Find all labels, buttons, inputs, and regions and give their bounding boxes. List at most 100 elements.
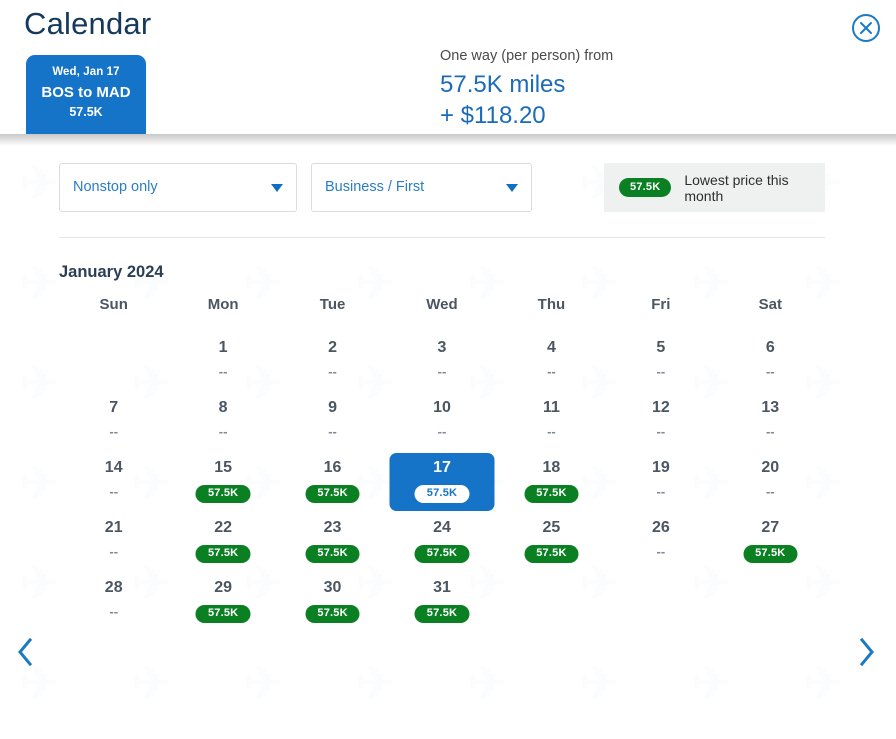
calendar-day-15[interactable]: 15 57.5K <box>168 452 277 512</box>
calendar-day-2[interactable]: 2 -- <box>278 332 387 392</box>
calendar-day-inner: 7 -- <box>61 393 166 451</box>
weekday-label-wed: Wed <box>426 296 458 313</box>
calendar-day-number: 17 <box>433 459 451 476</box>
calendar-day-number: 13 <box>761 399 780 416</box>
calendar-day-price: 57.5K <box>280 603 385 623</box>
calendar-day-inner: 24 57.5K <box>389 513 494 571</box>
calendar-day-price: 57.5K <box>171 483 276 503</box>
calendar-day-19[interactable]: 19 -- <box>606 452 715 512</box>
calendar-day-16[interactable]: 16 57.5K <box>278 452 387 512</box>
calendar-day-no-price: -- <box>656 424 666 439</box>
calendar-day-price: 57.5K <box>499 483 604 503</box>
flight-tab-bos-mad[interactable]: Wed, Jan 17 BOS to MAD 57.5K <box>26 55 146 134</box>
calendar-day-price-badge: 57.5K <box>305 605 360 623</box>
calendar-day-7[interactable]: 7 -- <box>59 392 168 452</box>
calendar-day-31[interactable]: 31 57.5K <box>387 572 496 632</box>
calendar-day-26[interactable]: 26 -- <box>606 512 715 572</box>
calendar-day-price-badge: 57.5K <box>305 485 360 503</box>
calendar-day-price: 57.5K <box>499 543 604 563</box>
calendar-day-price: 57.5K <box>389 483 494 503</box>
calendar-day-price-badge: 57.5K <box>195 485 251 503</box>
calendar-day-inner: 10 -- <box>389 393 494 451</box>
calendar-day-price-badge: 57.5K <box>524 545 579 563</box>
weekday-label-tue: Tue <box>319 296 346 313</box>
calendar-day-price-badge: 57.5K <box>743 545 798 563</box>
prev-month-button[interactable] <box>4 631 46 673</box>
calendar-day-number: 24 <box>433 519 451 536</box>
calendar-day-11[interactable]: 11 -- <box>497 392 606 452</box>
calendar-day-23[interactable]: 23 57.5K <box>278 512 387 572</box>
calendar-day-inner: 11 -- <box>499 393 604 451</box>
calendar-day-inner: 25 57.5K <box>499 513 604 571</box>
dialog-body: ✈ ✈ ✈ ✈ ✈ ✈ ✈ ✈ ✈ ✈ ✈ ✈ ✈ ✈ ✈ ✈ ✈ ✈ ✈ ✈ ✈ ✈ ✈ ✈ ✈ ✈ ✈ ✈ ✈ ✈ ✈ ✈ ✈ ✈ ✈ ✈ ✈ ✈ ✈ ✈… <box>0 146 896 739</box>
calendar-day-inner: 13 -- <box>718 393 823 451</box>
calendar-day-number: 30 <box>323 579 342 596</box>
calendar-day-21[interactable]: 21 -- <box>59 512 168 572</box>
filter-divider <box>59 237 825 238</box>
calendar-day-price: -- <box>608 423 713 441</box>
calendar-day-number: 14 <box>104 459 123 476</box>
calendar-day-17[interactable]: 17 57.5K <box>387 452 496 512</box>
calendar-day-25[interactable]: 25 57.5K <box>497 512 606 572</box>
calendar-day-price-badge: 57.5K <box>414 485 470 503</box>
calendar-day-price: -- <box>171 363 276 381</box>
calendar-day-10[interactable]: 10 -- <box>387 392 496 452</box>
calendar-day-inner: 29 57.5K <box>171 573 276 631</box>
legend-label: Lowest price this month <box>684 171 789 204</box>
calendar-day-no-price: -- <box>437 424 447 439</box>
calendar-day-number: 15 <box>214 459 233 476</box>
weekday-label-sun: Sun <box>99 296 128 313</box>
calendar-cell-empty <box>59 332 168 392</box>
calendar-day-3[interactable]: 3 -- <box>387 332 496 392</box>
month-title: January 2024 <box>59 263 164 281</box>
calendar-day-no-price: -- <box>218 424 228 439</box>
calendar-day-no-price: -- <box>765 364 775 379</box>
calendar-day-no-price: -- <box>765 424 775 439</box>
calendar-day-13[interactable]: 13 -- <box>716 392 825 452</box>
calendar-day-price: 57.5K <box>389 543 494 563</box>
header-divider-band <box>0 134 896 146</box>
calendar-day-4[interactable]: 4 -- <box>497 332 606 392</box>
page-title: Calendar <box>24 6 152 41</box>
calendar-day-5[interactable]: 5 -- <box>606 332 715 392</box>
calendar-day-inner: 12 -- <box>608 393 713 451</box>
stops-filter-select[interactable]: Nonstop only <box>59 163 297 212</box>
calendar-day-inner: 19 -- <box>608 453 713 511</box>
calendar-day-number: 6 <box>765 339 775 356</box>
calendar-day-22[interactable]: 22 57.5K <box>168 512 277 572</box>
calendar-day-24[interactable]: 24 57.5K <box>387 512 496 572</box>
calendar-day-28[interactable]: 28 -- <box>59 572 168 632</box>
next-month-button[interactable] <box>846 631 888 673</box>
chevron-down-icon <box>506 184 518 192</box>
calendar-day-1[interactable]: 1 -- <box>168 332 277 392</box>
calendar-day-price-badge: 57.5K <box>305 545 360 563</box>
calendar-day-inner: 4 -- <box>499 333 604 391</box>
calendar-day-6[interactable]: 6 -- <box>716 332 825 392</box>
calendar-dialog: Calendar Wed, Jan 17 BOS to MAD 57.5K On… <box>0 0 896 739</box>
weekday-header-row: Sun Mon Tue Wed Thu Fri Sat <box>59 296 825 332</box>
calendar-day-8[interactable]: 8 -- <box>168 392 277 452</box>
cabin-filter-select[interactable]: Business / First <box>311 163 532 212</box>
calendar-day-18[interactable]: 18 57.5K <box>497 452 606 512</box>
calendar-day-price-badge: 57.5K <box>414 605 470 623</box>
calendar-day-14[interactable]: 14 -- <box>59 452 168 512</box>
calendar-day-29[interactable]: 29 57.5K <box>168 572 277 632</box>
calendar-day-number: 5 <box>656 339 666 356</box>
price-summary-miles: 57.5K miles <box>440 71 566 98</box>
calendar-day-no-price: -- <box>656 364 666 379</box>
calendar-day-27[interactable]: 27 57.5K <box>716 512 825 572</box>
calendar-day-inner: 9 -- <box>280 393 385 451</box>
calendar-day-12[interactable]: 12 -- <box>606 392 715 452</box>
calendar-day-9[interactable]: 9 -- <box>278 392 387 452</box>
calendar-day-grid: 1 -- 2 -- 3 -- 4 -- 5 -- 6 -- 7 -- 8 -- 9 -- 10 -- 11 -- 12 -- 1… <box>59 332 825 632</box>
calendar-grid-wrapper: Sun Mon Tue Wed Thu Fri Sat 1 -- 2 -- 3 -- 4 -- 5 -- 6 --… <box>59 296 825 632</box>
calendar-day-price-badge: 57.5K <box>524 485 579 503</box>
calendar-day-30[interactable]: 30 57.5K <box>278 572 387 632</box>
calendar-day-price: -- <box>389 423 494 441</box>
calendar-day-no-price: -- <box>218 364 228 379</box>
calendar-day-20[interactable]: 20 -- <box>716 452 825 512</box>
calendar-day-number: 22 <box>214 519 233 536</box>
close-circle-icon[interactable] <box>850 12 882 44</box>
calendar-day-price: 57.5K <box>171 543 276 563</box>
calendar-day-price-badge: 57.5K <box>195 545 251 563</box>
